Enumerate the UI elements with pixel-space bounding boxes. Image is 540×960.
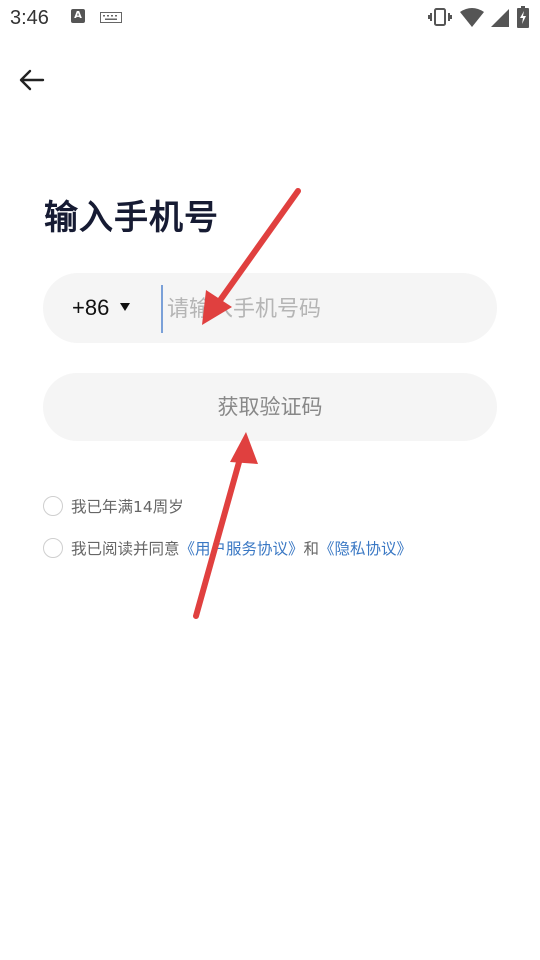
terms-confirm-row: 我已阅读并同意 《用户服务协议》 和 《隐私协议》 [43, 536, 412, 560]
age-confirm-label: 我已年满14周岁 [71, 498, 184, 516]
status-bar: 3:46 A [0, 0, 540, 36]
terms-confirm-checkbox[interactable] [43, 538, 63, 558]
status-time: 3:46 [10, 7, 49, 29]
phone-input[interactable] [161, 285, 469, 333]
phone-input-row: +86 [43, 273, 497, 343]
back-arrow-icon[interactable] [18, 66, 46, 94]
keyboard-icon [100, 12, 122, 23]
terms-prefix-label: 我已阅读并同意 [71, 540, 180, 558]
user-agreement-link[interactable]: 《用户服务协议》 [180, 537, 304, 559]
privacy-policy-link[interactable]: 《隐私协议》 [319, 537, 412, 559]
annotation-arrows [193, 188, 301, 619]
get-code-button[interactable]: 获取验证码 [43, 373, 497, 441]
chevron-down-icon[interactable] [120, 303, 130, 311]
battery-charging-icon [517, 6, 529, 28]
age-confirm-checkbox[interactable] [43, 496, 63, 516]
terms-and-label: 和 [303, 540, 320, 558]
cell-signal-icon [491, 9, 509, 27]
text-a-icon: A [71, 9, 85, 23]
wifi-icon [460, 8, 484, 27]
page-title: 输入手机号 [44, 198, 219, 238]
vibrate-icon [428, 8, 452, 26]
age-confirm-row: 我已年满14周岁 [43, 494, 184, 518]
country-code-selector[interactable]: +86 [72, 295, 109, 321]
